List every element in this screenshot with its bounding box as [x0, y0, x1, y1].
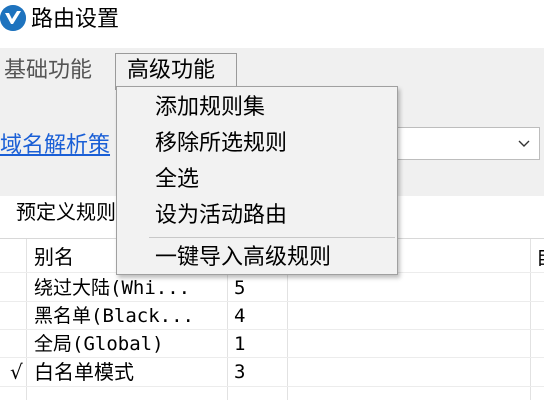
active-checkmark-icon: √ [10, 360, 23, 384]
menu-item-remove-selected-rules[interactable]: 移除所选规则 [155, 129, 287, 159]
menu-item-set-active-route[interactable]: 设为活动路由 [155, 201, 287, 231]
menu-basic-functions[interactable]: 基础功能 [4, 57, 92, 85]
menu-item-select-all[interactable]: 全选 [155, 165, 199, 195]
row-value[interactable]: 5 [234, 273, 245, 303]
dns-strategy-link[interactable]: 域名解析策 [0, 131, 110, 161]
menu-item-add-ruleset[interactable]: 添加规则集 [155, 93, 265, 123]
column-header-right[interactable]: 自 [536, 242, 544, 272]
window-title: 路由设置 [31, 7, 120, 32]
column-divider [26, 239, 27, 400]
title-bar: 路由设置 [0, 0, 544, 40]
row-alias[interactable]: 绕过大陆(Whi... [34, 273, 190, 303]
row-value[interactable]: 3 [234, 357, 245, 387]
tab-predefined-label: 预定义规则 [16, 200, 116, 224]
menu-item-import-advanced-rules[interactable]: 一键导入高级规则 [155, 243, 331, 273]
dns-strategy-combo[interactable] [395, 127, 540, 160]
row-alias[interactable]: 黑名单(Black... [34, 301, 194, 331]
menu-bar: 基础功能 高级功能 [0, 48, 544, 90]
column-header-alias[interactable]: 别名 [34, 242, 74, 272]
menu-advanced-functions[interactable]: 高级功能 [115, 53, 237, 90]
row-alias[interactable]: 白名单模式 [34, 357, 134, 387]
row-alias[interactable]: 全局(Global) [34, 329, 164, 359]
column-divider [530, 239, 531, 400]
menu-separator [149, 237, 395, 238]
row-value[interactable]: 4 [234, 301, 245, 331]
row-value[interactable]: 1 [234, 329, 245, 359]
chevron-down-icon [518, 140, 530, 147]
advanced-functions-dropdown: 添加规则集 移除所选规则 全选 设为活动路由 一键导入高级规则 [116, 86, 398, 275]
app-logo-icon [0, 5, 26, 31]
